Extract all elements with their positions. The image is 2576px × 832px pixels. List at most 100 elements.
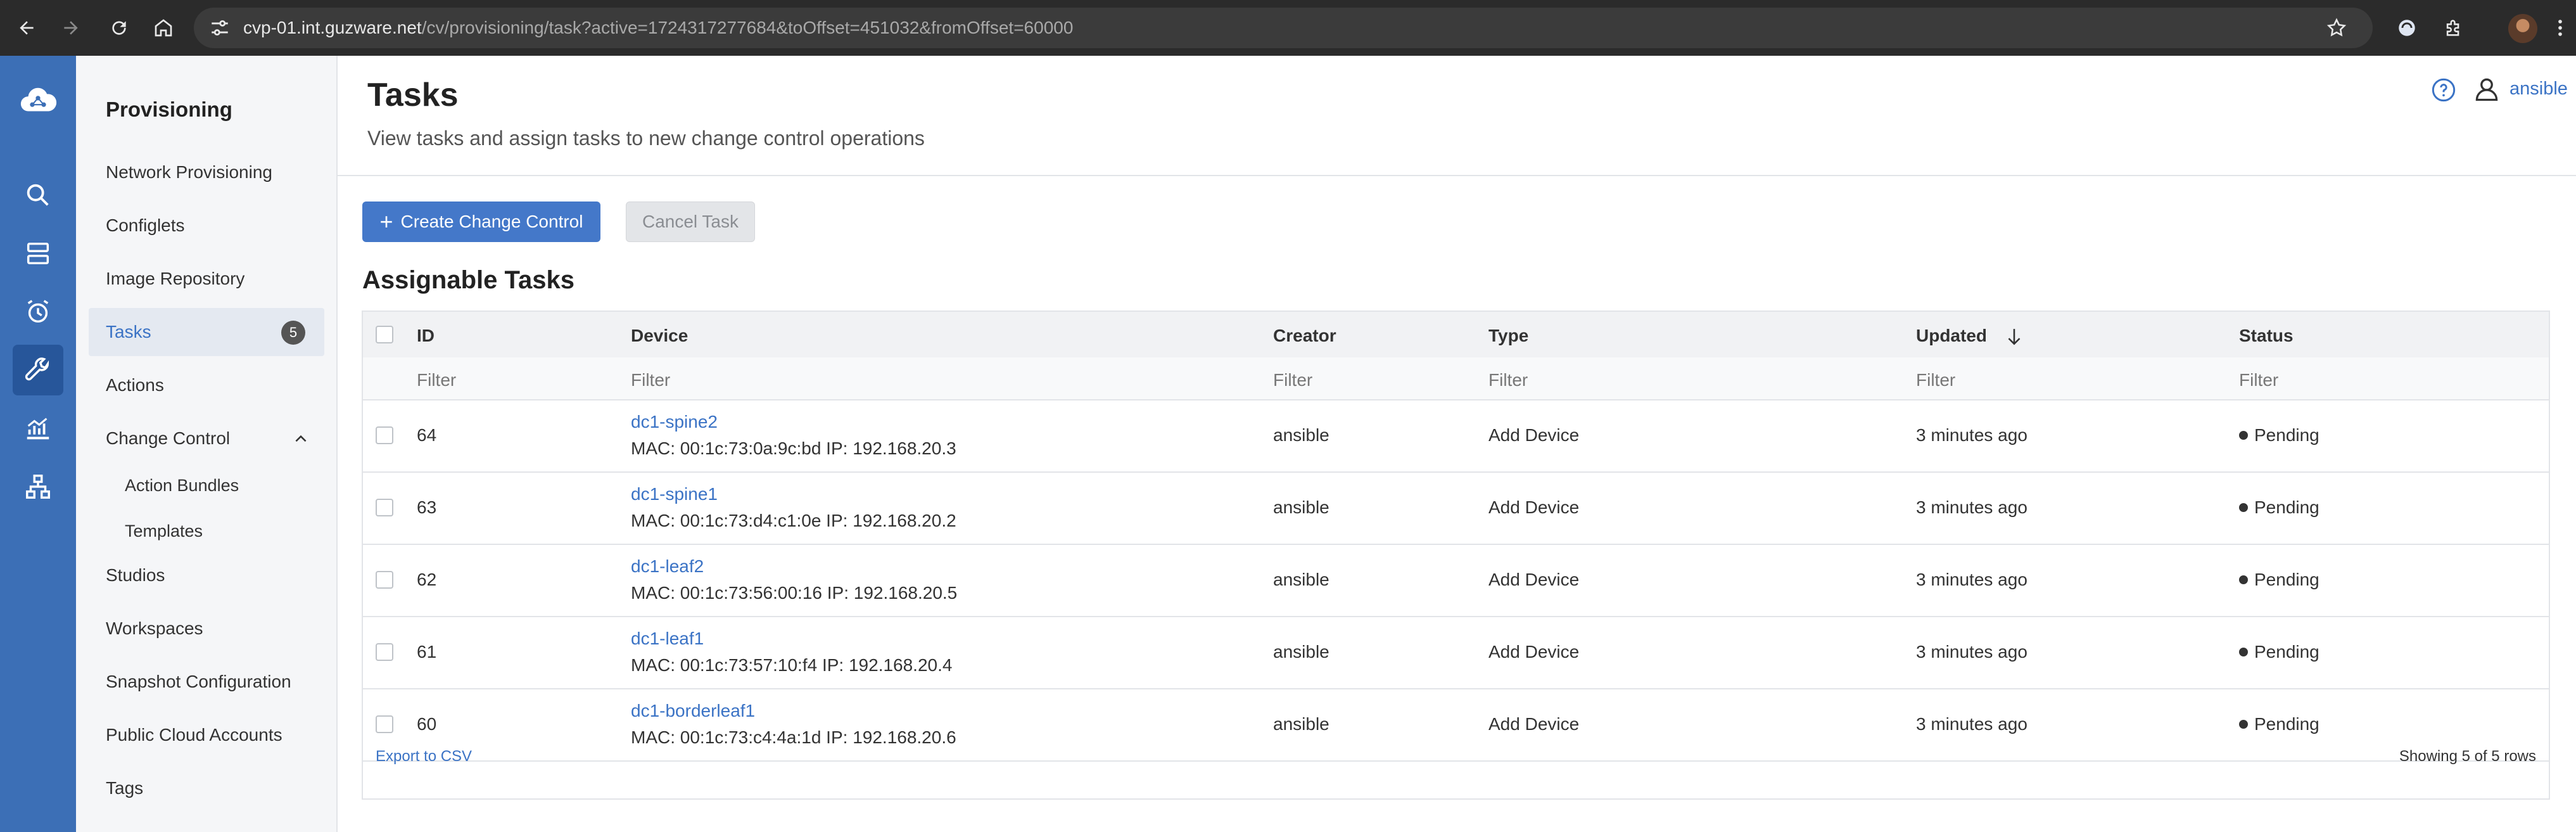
device-link[interactable]: dc1-leaf1 xyxy=(631,629,704,649)
table-row[interactable]: 61 dc1-leaf1 MAC: 00:1c:73:57:10:f4 IP: … xyxy=(363,616,2549,689)
sidebar-item-action-bundles[interactable]: Action Bundles xyxy=(89,461,324,509)
device-mac-ip: MAC: 00:1c:73:57:10:f4 IP: 192.168.20.4 xyxy=(631,655,953,675)
task-creator: ansible xyxy=(1273,425,1329,445)
topology-icon[interactable] xyxy=(13,461,63,512)
device-link[interactable]: dc1-borderleaf1 xyxy=(631,701,755,721)
row-checkbox[interactable] xyxy=(376,426,393,444)
task-creator: ansible xyxy=(1273,642,1329,662)
sidebar-item-change-control[interactable]: Change Control xyxy=(89,414,324,463)
task-id: 62 xyxy=(417,570,437,589)
task-type: Add Device xyxy=(1488,642,1580,662)
profile-avatar[interactable] xyxy=(2508,14,2537,43)
extension-icon[interactable] xyxy=(2393,14,2421,42)
alarm-clock-icon[interactable] xyxy=(13,286,63,337)
task-type: Add Device xyxy=(1488,497,1580,517)
status-badge: Pending xyxy=(2239,425,2319,445)
status-dot-icon xyxy=(2239,502,2248,512)
back-icon[interactable] xyxy=(13,14,41,42)
sidebar-item-studios[interactable]: Studios xyxy=(89,551,324,599)
task-type: Add Device xyxy=(1488,425,1580,445)
device-mac-ip: MAC: 00:1c:73:d4:c1:0e IP: 192.168.20.2 xyxy=(631,511,956,530)
filter-id-input[interactable]: Filter xyxy=(417,370,456,390)
sidebar-item-label: Tasks xyxy=(106,322,151,342)
task-updated: 3 minutes ago xyxy=(1916,570,2027,589)
export-csv-link[interactable]: Export to CSV xyxy=(376,748,472,765)
column-header-id[interactable]: ID xyxy=(417,326,435,346)
select-all-checkbox[interactable] xyxy=(376,326,393,343)
kebab-menu-icon[interactable] xyxy=(2546,14,2574,42)
task-updated: 3 minutes ago xyxy=(1916,497,2027,517)
sidebar-item-image-repository[interactable]: Image Repository xyxy=(89,255,324,303)
sidebar-item-templates[interactable]: Templates xyxy=(89,507,324,555)
task-id: 61 xyxy=(417,642,437,662)
filter-updated-input[interactable]: Filter xyxy=(1916,370,1955,390)
wrench-icon[interactable] xyxy=(13,345,63,395)
url-text: cvp-01.int.guzware.net/cv/provisioning/t… xyxy=(243,18,1074,37)
sidebar-item-tags[interactable]: Tags xyxy=(89,764,324,812)
device-link[interactable]: dc1-spine1 xyxy=(631,484,718,504)
sidebar-item-tasks[interactable]: Tasks 5 xyxy=(89,308,324,356)
site-settings-icon[interactable] xyxy=(209,17,231,39)
status-badge: Pending xyxy=(2239,570,2319,590)
status-dot-icon xyxy=(2239,647,2248,656)
page-title: Tasks xyxy=(367,77,459,113)
help-icon[interactable] xyxy=(2431,77,2456,103)
filter-device-input[interactable]: Filter xyxy=(631,370,670,390)
column-header-creator[interactable]: Creator xyxy=(1273,326,1336,346)
sidebar-item-snapshot-configuration[interactable]: Snapshot Configuration xyxy=(89,658,324,706)
row-checkbox[interactable] xyxy=(376,499,393,516)
sidebar-item-public-cloud-accounts[interactable]: Public Cloud Accounts xyxy=(89,711,324,759)
cloud-logo-icon[interactable] xyxy=(13,76,63,127)
row-checkbox[interactable] xyxy=(376,643,393,661)
filter-type-input[interactable]: Filter xyxy=(1488,370,1528,390)
task-updated: 3 minutes ago xyxy=(1916,425,2027,445)
column-header-device[interactable]: Device xyxy=(631,326,688,346)
bookmark-star-icon[interactable] xyxy=(2326,17,2347,39)
table-row[interactable]: 64 dc1-spine2 MAC: 00:1c:73:0a:9c:bd IP:… xyxy=(363,399,2549,473)
device-link[interactable]: dc1-spine2 xyxy=(631,412,718,432)
filter-status-input[interactable]: Filter xyxy=(2239,370,2278,390)
sidebar-item-label: Change Control xyxy=(106,428,231,448)
section-title: Assignable Tasks xyxy=(362,266,574,294)
puzzle-extensions-icon[interactable] xyxy=(2440,14,2468,42)
forward-icon[interactable] xyxy=(57,14,85,42)
column-header-updated[interactable]: Updated xyxy=(1916,326,2022,347)
column-header-type[interactable]: Type xyxy=(1488,326,1528,346)
provisioning-sidebar: Provisioning Network Provisioning Config… xyxy=(76,56,338,832)
task-id: 63 xyxy=(417,497,437,517)
filter-creator-input[interactable]: Filter xyxy=(1273,370,1312,390)
status-dot-icon xyxy=(2239,575,2248,584)
sidebar-item-configlets[interactable]: Configlets xyxy=(89,202,324,250)
status-badge: Pending xyxy=(2239,497,2319,518)
sidebar-title: Provisioning xyxy=(106,98,232,121)
table-footer: Export to CSV Showing 5 of 5 rows xyxy=(363,729,2549,800)
user-icon[interactable] xyxy=(2473,75,2501,104)
metrics-icon[interactable] xyxy=(13,403,63,454)
address-bar[interactable]: cvp-01.int.guzware.net/cv/provisioning/t… xyxy=(194,8,2373,48)
tasks-count-badge: 5 xyxy=(281,321,305,345)
status-badge: Pending xyxy=(2239,642,2319,662)
reload-icon[interactable] xyxy=(105,14,133,42)
sidebar-item-network-provisioning[interactable]: Network Provisioning xyxy=(89,148,324,196)
sort-descending-icon[interactable] xyxy=(2006,328,2022,347)
user-menu-name[interactable]: ansible xyxy=(2509,79,2568,99)
home-icon[interactable] xyxy=(149,14,177,42)
cancel-task-button[interactable]: Cancel Task xyxy=(626,202,755,242)
search-icon[interactable] xyxy=(13,170,63,221)
app-nav-rail xyxy=(0,56,76,832)
table-row[interactable]: 63 dc1-spine1 MAC: 00:1c:73:d4:c1:0e IP:… xyxy=(363,471,2549,545)
device-link[interactable]: dc1-leaf2 xyxy=(631,556,704,577)
devices-icon[interactable] xyxy=(13,228,63,279)
rows-count: Showing 5 of 5 rows xyxy=(2399,748,2536,765)
create-change-control-button[interactable]: + Create Change Control xyxy=(362,202,600,242)
status-dot-icon xyxy=(2239,430,2248,440)
column-header-status[interactable]: Status xyxy=(2239,326,2294,346)
task-id: 64 xyxy=(417,425,437,445)
row-checkbox[interactable] xyxy=(376,571,393,589)
sidebar-item-workspaces[interactable]: Workspaces xyxy=(89,605,324,653)
sidebar-item-actions[interactable]: Actions xyxy=(89,361,324,409)
table-row[interactable]: 62 dc1-leaf2 MAC: 00:1c:73:56:00:16 IP: … xyxy=(363,544,2549,617)
filter-row: Filter Filter Filter Filter Filter Filte… xyxy=(363,357,2549,400)
chevron-up-icon[interactable] xyxy=(293,431,309,447)
page-header: Tasks View tasks and assign tasks to new… xyxy=(338,56,2576,176)
